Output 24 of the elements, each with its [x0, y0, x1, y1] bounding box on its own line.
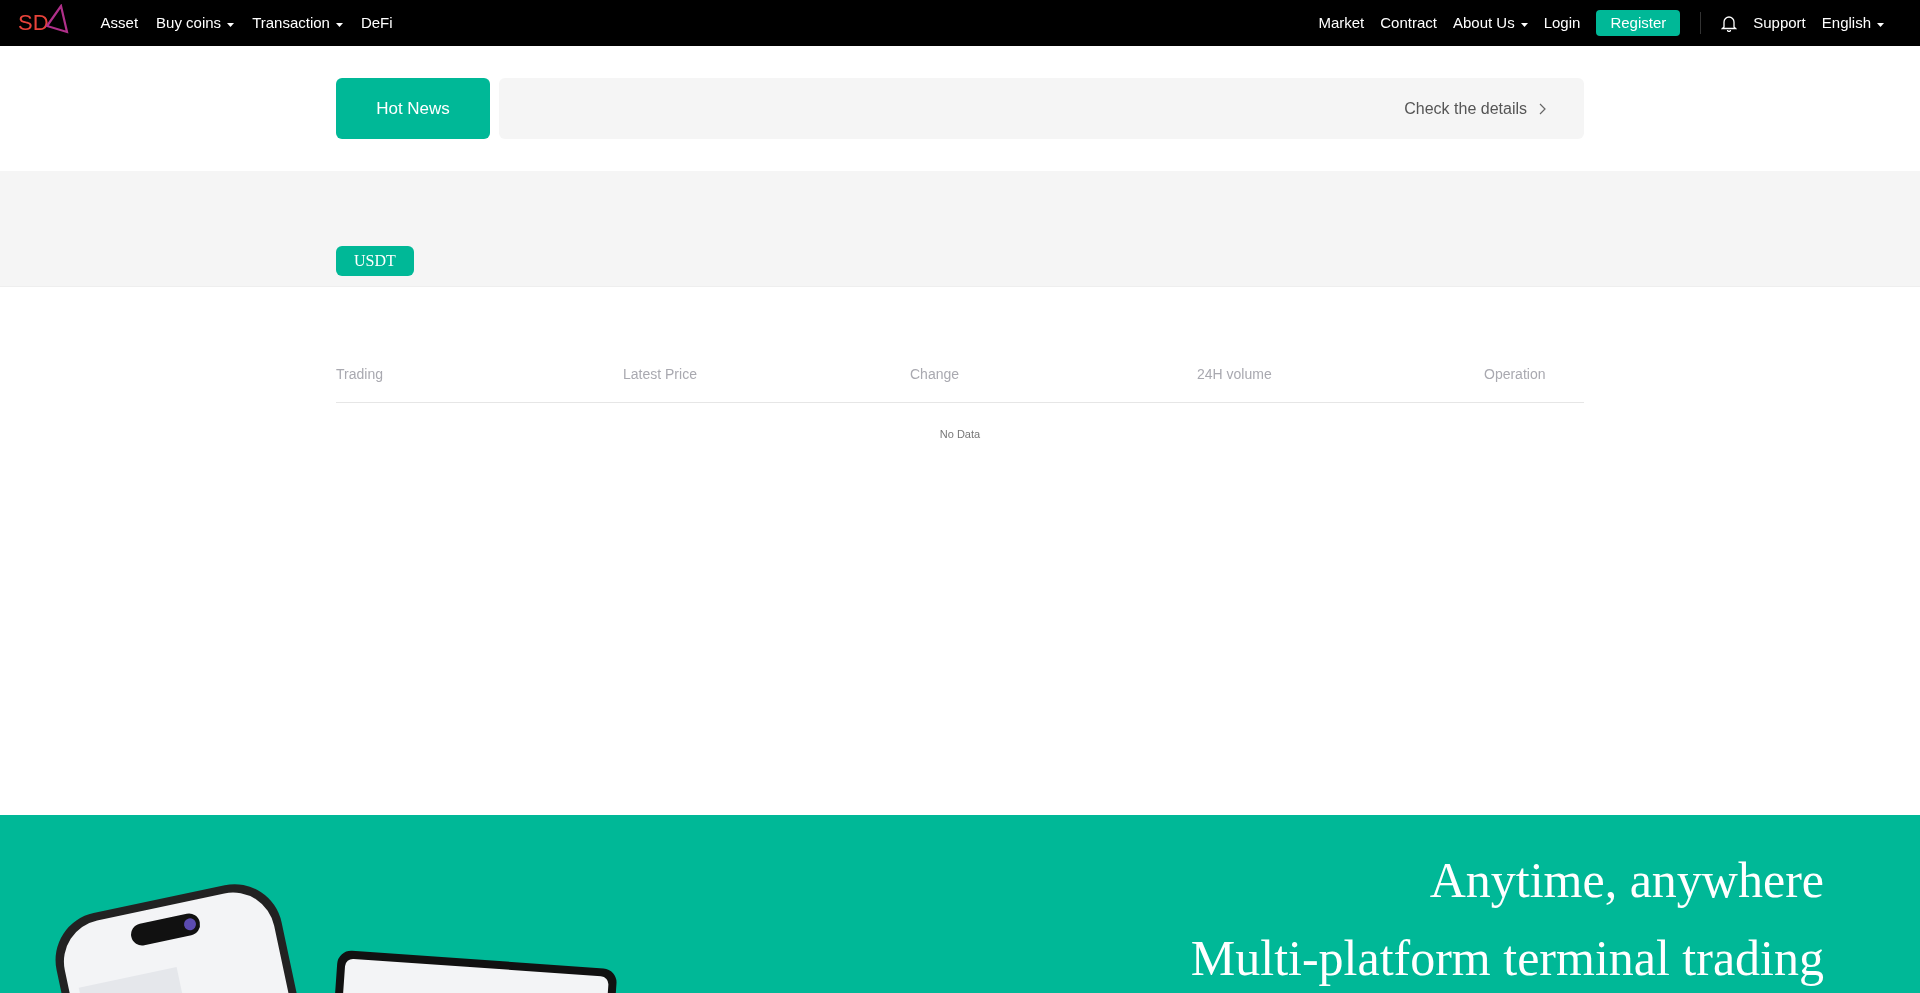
- promo-headline: Multi-platform terminal trading: [1190, 929, 1824, 988]
- logo-text: SD: [18, 12, 49, 34]
- support-link[interactable]: Support: [1753, 11, 1806, 35]
- nav-link[interactable]: Asset: [100, 11, 139, 35]
- column-header: Trading: [336, 365, 384, 384]
- nav-link[interactable]: Contract: [1380, 11, 1437, 35]
- nav-link[interactable]: Buy coins: [156, 11, 235, 35]
- column-header: Change: [910, 365, 961, 384]
- column-header: Latest Price: [623, 365, 698, 384]
- promo-headline: Anytime, anywhere: [1429, 851, 1824, 910]
- column-header: 24H volume: [1197, 365, 1273, 384]
- nav-link[interactable]: About Us: [1453, 11, 1528, 35]
- hot-news-badge: Hot News: [336, 78, 490, 139]
- nav-link[interactable]: Market: [1318, 11, 1365, 35]
- caret-icon: [1877, 23, 1884, 27]
- check-details-link[interactable]: Check the details: [1404, 96, 1546, 121]
- column-header: Operation: [1484, 365, 1546, 384]
- bell-icon[interactable]: [1721, 14, 1738, 32]
- nav-link[interactable]: Transaction: [252, 11, 343, 35]
- nav-link[interactable]: DeFi: [360, 11, 393, 35]
- empty-state-text: No Data: [938, 427, 982, 442]
- language-selector[interactable]: English: [1821, 11, 1884, 35]
- chevron-right-icon: [1539, 102, 1546, 115]
- nav-link[interactable]: Login: [1543, 11, 1581, 35]
